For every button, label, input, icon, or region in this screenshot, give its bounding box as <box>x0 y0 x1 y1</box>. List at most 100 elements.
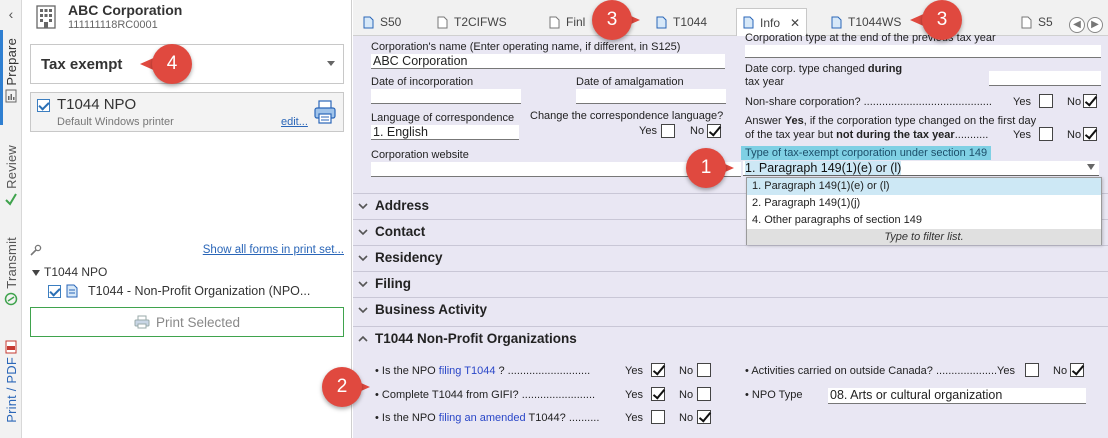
callout-4: 4 <box>140 44 192 84</box>
type-change-yes-checkbox[interactable] <box>1039 127 1053 141</box>
document-icon <box>743 16 754 29</box>
gifi-yes-label: Yes <box>625 389 643 401</box>
tab-scroll-right-icon[interactable]: ▶ <box>1087 17 1103 33</box>
client-header: ABC Corporation 111111118RC0001 <box>34 2 182 31</box>
dropdown-option[interactable]: 1. Paragraph 149(1)(e) or (l) <box>747 178 1101 195</box>
outside-canada-no-checkbox[interactable] <box>1070 363 1084 377</box>
tree-child-checkbox[interactable] <box>48 284 61 298</box>
npo-filing-question: • Is the NPO filing T1044 ? ............… <box>375 365 591 377</box>
callout-2: 2 <box>322 367 370 407</box>
tab-t1044ws-label: T1044WS <box>848 15 902 29</box>
date-changed-field[interactable] <box>989 71 1101 86</box>
tab-s5-label: S5 <box>1038 15 1053 29</box>
vtab-review[interactable]: Review <box>0 145 22 206</box>
vtab-prepare[interactable]: Prepare <box>0 38 22 103</box>
vtab-print-pdf[interactable]: Print / PDF <box>0 340 22 423</box>
outside-canada-yes-checkbox[interactable] <box>1025 363 1039 377</box>
document-icon <box>1021 16 1032 28</box>
printer-icon[interactable] <box>313 99 337 125</box>
amended-yes-checkbox[interactable] <box>651 410 665 424</box>
tree-child[interactable]: T1044 - Non-Profit Organization (NPO... <box>48 284 310 298</box>
show-all-forms-link[interactable]: Show all forms in print set... <box>203 244 344 256</box>
tab-t2cifws[interactable]: T2CIFWS <box>437 8 507 36</box>
print-selected-button[interactable]: Print Selected <box>30 307 344 337</box>
nonshare-no-checkbox[interactable] <box>1083 94 1097 108</box>
tab-s50-label: S50 <box>380 15 402 29</box>
tab-t1044[interactable]: T1044 <box>656 8 707 36</box>
section-business-activity[interactable]: Business Activity <box>353 297 1108 321</box>
gifi-no-checkbox[interactable] <box>697 387 711 401</box>
change-lang-yes-checkbox[interactable] <box>661 124 675 138</box>
gifi-yes-checkbox[interactable] <box>651 387 665 401</box>
amended-no-checkbox[interactable] <box>697 410 711 424</box>
website-label: Corporation website <box>371 149 469 161</box>
print-set-title: T1044 NPO <box>57 96 137 113</box>
edit-link[interactable]: edit... <box>281 116 308 128</box>
vtab-review-label: Review <box>3 145 19 189</box>
corp-name-field[interactable]: ABC Corporation <box>371 54 725 69</box>
section-t1044-npo-label: T1044 Non-Profit Organizations <box>375 331 577 346</box>
tab-scroll-left-icon[interactable]: ◀ <box>1069 17 1085 33</box>
npo-filing-yes-checkbox[interactable] <box>651 363 665 377</box>
change-lang-label: Change the correspondence language? <box>530 110 724 122</box>
pdf-icon <box>5 340 17 354</box>
print-set-item[interactable]: T1044 NPO Default Windows printer edit..… <box>30 92 344 132</box>
npo-type-field[interactable]: 08. Arts or cultural organization <box>828 388 1086 404</box>
outside-canada-yes-label: Yes <box>997 365 1015 377</box>
change-lang-no-label: No <box>690 125 705 137</box>
tab-s5[interactable]: S5 <box>1021 8 1053 36</box>
date-changed-label-2: tax year <box>745 76 785 88</box>
tax-exempt-type-dropdown[interactable]: 1. Paragraph 149(1)(e) or (l) <box>743 161 1099 176</box>
vtab-transmit[interactable]: Transmit <box>0 237 22 306</box>
date-amalg-field[interactable] <box>576 89 726 104</box>
transmit-icon <box>4 292 18 305</box>
corp-type-end-field[interactable] <box>745 45 1101 58</box>
tab-finl-label: Finl <box>566 15 586 29</box>
chevron-left-icon[interactable]: ‹ <box>3 6 19 22</box>
wrench-icon[interactable] <box>30 244 42 256</box>
filing-amended-link[interactable]: filing an amended <box>439 412 526 424</box>
close-icon[interactable]: ✕ <box>790 16 800 30</box>
filing-t1044-link[interactable]: filing T1044 <box>439 365 496 377</box>
callout-3a: 3 <box>592 0 640 40</box>
section-residency-label: Residency <box>375 250 443 265</box>
tab-info-label: Info <box>760 15 781 30</box>
gifi-question: • Complete T1044 from GIFI? ............… <box>375 389 596 401</box>
lang-field[interactable]: 1. English <box>371 125 519 140</box>
chevron-down-icon[interactable] <box>1087 164 1095 170</box>
type-change-no-checkbox[interactable] <box>1083 127 1097 141</box>
print-selected-label: Print Selected <box>155 314 241 330</box>
callout-number: 2 <box>322 367 362 407</box>
tree-child-label: T1044 - Non-Profit Organization (NPO... <box>88 284 311 298</box>
amended-yes-label: Yes <box>625 412 643 424</box>
change-lang-no-checkbox[interactable] <box>707 124 721 138</box>
tree-root[interactable]: T1044 NPO <box>32 265 107 279</box>
print-set-checkbox[interactable] <box>37 99 50 112</box>
tab-finl[interactable]: Finl <box>549 8 585 36</box>
caret-down-icon[interactable] <box>32 269 40 276</box>
building-icon <box>36 4 56 29</box>
gifi-no-label: No <box>679 389 694 401</box>
npo-filing-no-checkbox[interactable] <box>697 363 711 377</box>
vertical-nav: ‹ Prepare Review Transmit Print / PDF <box>0 0 22 438</box>
tree-root-label: T1044 NPO <box>44 265 108 279</box>
date-incorp-field[interactable] <box>371 89 521 104</box>
section-t1044-npo[interactable]: T1044 Non-Profit Organizations <box>353 326 1108 350</box>
vtab-transmit-label: Transmit <box>3 237 19 289</box>
callout-number: 3 <box>592 0 632 40</box>
chevron-down-icon <box>358 228 368 235</box>
tab-s50[interactable]: S50 <box>363 8 401 36</box>
amended-question: • Is the NPO filing an amended T1044? ..… <box>375 412 600 424</box>
chevron-down-icon <box>358 254 368 261</box>
vtab-prepare-label: Prepare <box>3 38 19 86</box>
nonshare-yes-checkbox[interactable] <box>1039 94 1053 108</box>
dropdown-option[interactable]: 4. Other paragraphs of section 149 <box>747 212 1101 229</box>
tax-exempt-type-list: 1. Paragraph 149(1)(e) or (l) 2. Paragra… <box>746 177 1102 245</box>
section-contact-label: Contact <box>375 224 426 239</box>
dropdown-option[interactable]: 2. Paragraph 149(1)(j) <box>747 195 1101 212</box>
outside-canada-question: • Activities carried on outside Canada? … <box>745 365 998 377</box>
chevron-down-icon <box>358 280 368 287</box>
npo-filing-yes-label: Yes <box>625 365 643 377</box>
section-filing[interactable]: Filing <box>353 271 1108 295</box>
section-residency[interactable]: Residency <box>353 245 1108 269</box>
